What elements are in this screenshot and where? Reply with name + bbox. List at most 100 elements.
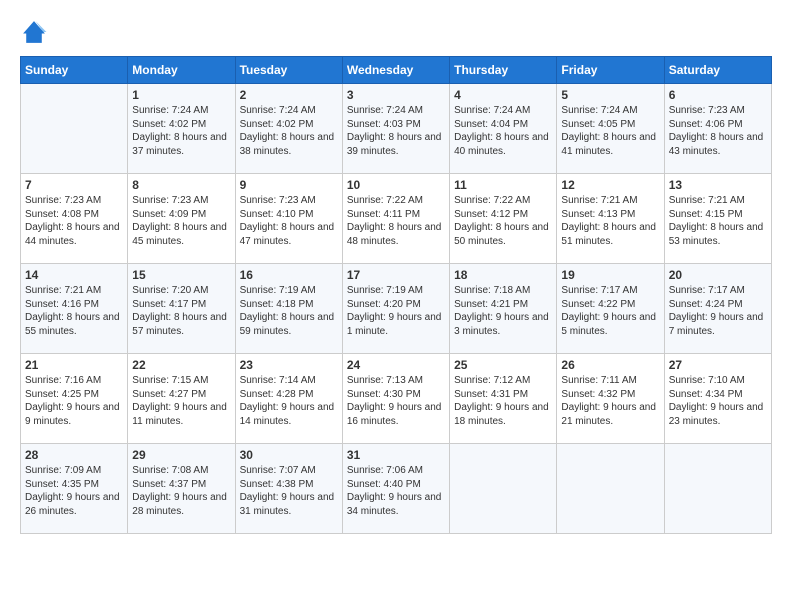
day-number: 18 bbox=[454, 268, 552, 282]
calendar-header-row: SundayMondayTuesdayWednesdayThursdayFrid… bbox=[21, 57, 772, 84]
sunrise-text: Sunrise: 7:15 AM bbox=[132, 375, 208, 386]
sunset-text: Sunset: 4:38 PM bbox=[240, 479, 314, 490]
sunset-text: Sunset: 4:02 PM bbox=[132, 119, 206, 130]
day-number: 17 bbox=[347, 268, 445, 282]
day-number: 7 bbox=[25, 178, 123, 192]
sunset-text: Sunset: 4:03 PM bbox=[347, 119, 421, 130]
sunset-text: Sunset: 4:25 PM bbox=[25, 389, 99, 400]
calendar-cell: 3Sunrise: 7:24 AMSunset: 4:03 PMDaylight… bbox=[342, 84, 449, 174]
sunset-text: Sunset: 4:16 PM bbox=[25, 299, 99, 310]
calendar-week-5: 28Sunrise: 7:09 AMSunset: 4:35 PMDayligh… bbox=[21, 444, 772, 534]
day-info: Sunrise: 7:10 AMSunset: 4:34 PMDaylight:… bbox=[669, 374, 767, 428]
header-thursday: Thursday bbox=[450, 57, 557, 84]
sunset-text: Sunset: 4:10 PM bbox=[240, 209, 314, 220]
sunrise-text: Sunrise: 7:23 AM bbox=[132, 195, 208, 206]
daylight-text: Daylight: 8 hours and 48 minutes. bbox=[347, 222, 442, 247]
day-number: 22 bbox=[132, 358, 230, 372]
sunrise-text: Sunrise: 7:12 AM bbox=[454, 375, 530, 386]
day-info: Sunrise: 7:24 AMSunset: 4:04 PMDaylight:… bbox=[454, 104, 552, 158]
day-number: 19 bbox=[561, 268, 659, 282]
day-info: Sunrise: 7:19 AMSunset: 4:20 PMDaylight:… bbox=[347, 284, 445, 338]
sunrise-text: Sunrise: 7:19 AM bbox=[347, 285, 423, 296]
daylight-text: Daylight: 8 hours and 37 minutes. bbox=[132, 132, 227, 157]
day-info: Sunrise: 7:07 AMSunset: 4:38 PMDaylight:… bbox=[240, 464, 338, 518]
daylight-text: Daylight: 8 hours and 57 minutes. bbox=[132, 312, 227, 337]
calendar-cell: 26Sunrise: 7:11 AMSunset: 4:32 PMDayligh… bbox=[557, 354, 664, 444]
sunrise-text: Sunrise: 7:23 AM bbox=[669, 105, 745, 116]
day-number: 26 bbox=[561, 358, 659, 372]
day-number: 29 bbox=[132, 448, 230, 462]
daylight-text: Daylight: 9 hours and 26 minutes. bbox=[25, 492, 120, 517]
day-info: Sunrise: 7:13 AM Sunset: 4:30 PM Daylight:… bbox=[347, 374, 445, 428]
sunset-text: Sunset: 4:11 PM bbox=[347, 209, 420, 220]
sunrise-text: Sunrise: 7:08 AM bbox=[132, 465, 208, 476]
sunrise-text: Sunrise: 7:18 AM bbox=[454, 285, 530, 296]
sunrise-text: Sunrise: 7:24 AM bbox=[347, 105, 423, 116]
sunset-text: Sunset: 4:08 PM bbox=[25, 209, 99, 220]
sunrise-text: Sunrise: 7:13 AM bbox=[347, 375, 423, 386]
day-info: Sunrise: 7:17 AMSunset: 4:24 PMDaylight:… bbox=[669, 284, 767, 338]
sunrise-text: Sunrise: 7:22 AM bbox=[454, 195, 530, 206]
sunset-text: Sunset: 4:20 PM bbox=[347, 299, 421, 310]
sunset-text: Sunset: 4:30 PM bbox=[347, 389, 421, 400]
calendar-cell: 29 Sunrise: 7:08 AM Sunset: 4:37 PM Dayligh… bbox=[128, 444, 235, 534]
day-number: 2 bbox=[240, 88, 338, 102]
day-info: Sunrise: 7:19 AMSunset: 4:18 PMDaylight:… bbox=[240, 284, 338, 338]
daylight-text: Daylight: 9 hours and 5 minutes. bbox=[561, 312, 656, 337]
daylight-text: Daylight: 8 hours and 44 minutes. bbox=[25, 222, 120, 247]
day-number: 14 bbox=[25, 268, 123, 282]
sunrise-text: Sunrise: 7:24 AM bbox=[454, 105, 530, 116]
sunset-text: Sunset: 4:15 PM bbox=[669, 209, 743, 220]
sunrise-text: Sunrise: 7:24 AM bbox=[240, 105, 316, 116]
day-info: Sunrise: 7:14 AMSunset: 4:28 PMDaylight:… bbox=[240, 374, 338, 428]
sunset-text: Sunset: 4:13 PM bbox=[561, 209, 635, 220]
calendar-cell: 12Sunrise: 7:21 AMSunset: 4:13 PMDayligh… bbox=[557, 174, 664, 264]
day-info: Sunrise: 7:15 AMSunset: 4:27 PMDaylight:… bbox=[132, 374, 230, 428]
day-number: 5 bbox=[561, 88, 659, 102]
day-info: Sunrise: 7:24 AM Sunset: 4:02 PM Daylight:… bbox=[132, 104, 230, 158]
day-number: 24 bbox=[347, 358, 445, 372]
day-info: Sunrise: 7:08 AM Sunset: 4:37 PM Daylight:… bbox=[132, 464, 230, 518]
sunrise-text: Sunrise: 7:20 AM bbox=[132, 285, 208, 296]
day-info: Sunrise: 7:18 AMSunset: 4:21 PMDaylight:… bbox=[454, 284, 552, 338]
day-number: 31 bbox=[347, 448, 445, 462]
calendar-cell: 30Sunrise: 7:07 AMSunset: 4:38 PMDayligh… bbox=[235, 444, 342, 534]
sunrise-text: Sunrise: 7:21 AM bbox=[669, 195, 745, 206]
sunrise-text: Sunrise: 7:24 AM bbox=[132, 105, 208, 116]
sunrise-text: Sunrise: 7:24 AM bbox=[561, 105, 637, 116]
calendar-cell bbox=[664, 444, 771, 534]
daylight-text: Daylight: 9 hours and 14 minutes. bbox=[240, 402, 335, 427]
calendar-cell: 5Sunrise: 7:24 AMSunset: 4:05 PMDaylight… bbox=[557, 84, 664, 174]
calendar-cell: 23Sunrise: 7:14 AMSunset: 4:28 PMDayligh… bbox=[235, 354, 342, 444]
daylight-text: Daylight: 9 hours and 23 minutes. bbox=[669, 402, 764, 427]
day-number: 4 bbox=[454, 88, 552, 102]
sunset-text: Sunset: 4:31 PM bbox=[454, 389, 528, 400]
day-info: Sunrise: 7:23 AMSunset: 4:09 PMDaylight:… bbox=[132, 194, 230, 248]
sunrise-text: Sunrise: 7:17 AM bbox=[669, 285, 745, 296]
sunrise-text: Sunrise: 7:21 AM bbox=[25, 285, 101, 296]
calendar-cell: 17Sunrise: 7:19 AMSunset: 4:20 PMDayligh… bbox=[342, 264, 449, 354]
daylight-text: Daylight: 9 hours and 21 minutes. bbox=[561, 402, 656, 427]
header-saturday: Saturday bbox=[664, 57, 771, 84]
daylight-text: Daylight: 8 hours and 50 minutes. bbox=[454, 222, 549, 247]
daylight-text: Daylight: 9 hours and 28 minutes. bbox=[132, 492, 227, 517]
daylight-text: Daylight: 9 hours and 16 minutes. bbox=[347, 402, 442, 427]
calendar-cell: 9Sunrise: 7:23 AMSunset: 4:10 PMDaylight… bbox=[235, 174, 342, 264]
header-wednesday: Wednesday bbox=[342, 57, 449, 84]
calendar-cell: 24 Sunrise: 7:13 AM Sunset: 4:30 PM Dayligh… bbox=[342, 354, 449, 444]
calendar-cell: 20Sunrise: 7:17 AMSunset: 4:24 PMDayligh… bbox=[664, 264, 771, 354]
calendar-cell: 18 Sunrise: 7:18 AMSunset: 4:21 PMDayligh… bbox=[450, 264, 557, 354]
sunset-text: Sunset: 4:22 PM bbox=[561, 299, 635, 310]
daylight-text: Daylight: 8 hours and 43 minutes. bbox=[669, 132, 764, 157]
calendar-cell: 19Sunrise: 7:17 AMSunset: 4:22 PMDayligh… bbox=[557, 264, 664, 354]
calendar-table: SundayMondayTuesdayWednesdayThursdayFrid… bbox=[20, 56, 772, 534]
day-info: Sunrise: 7:23 AMSunset: 4:08 PMDaylight:… bbox=[25, 194, 123, 248]
daylight-text: Daylight: 8 hours and 53 minutes. bbox=[669, 222, 764, 247]
sunrise-text: Sunrise: 7:19 AM bbox=[240, 285, 316, 296]
sunset-text: Sunset: 4:37 PM bbox=[132, 479, 206, 490]
calendar-cell: 31Sunrise: 7:06 AMSunset: 4:40 PMDayligh… bbox=[342, 444, 449, 534]
daylight-text: Daylight: 8 hours and 45 minutes. bbox=[132, 222, 227, 247]
sunset-text: Sunset: 4:32 PM bbox=[561, 389, 635, 400]
day-number: 25 bbox=[454, 358, 552, 372]
day-number: 12 bbox=[561, 178, 659, 192]
